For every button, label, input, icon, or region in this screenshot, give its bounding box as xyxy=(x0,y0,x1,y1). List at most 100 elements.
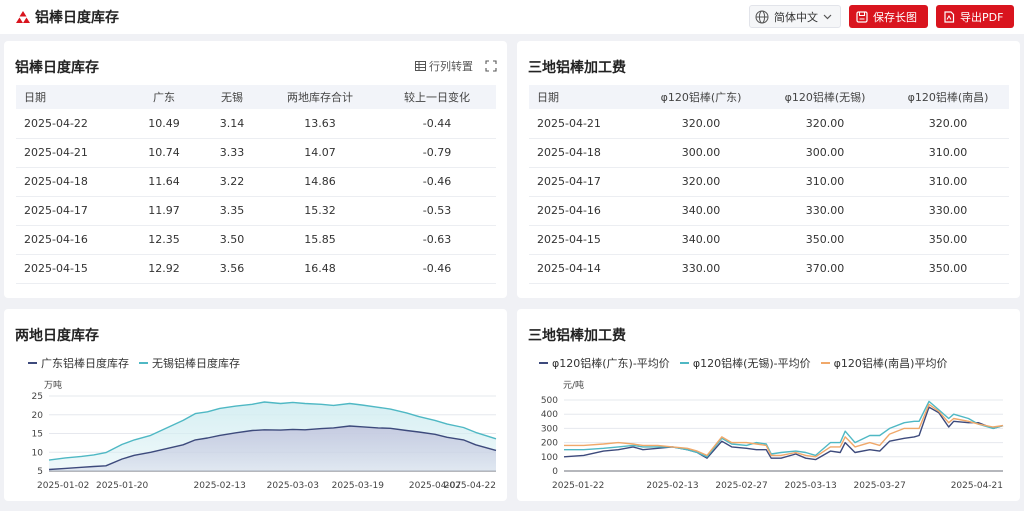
table-cell: 310.00 xyxy=(887,138,1009,168)
table-row: 2025-04-17 320.00 310.00 310.00 xyxy=(529,167,1009,197)
table-cell: 3.14 xyxy=(202,109,262,139)
table-cell: 320.00 xyxy=(639,167,763,197)
column-header[interactable]: 日期 xyxy=(16,85,126,109)
date-cell: 2025-04-14 xyxy=(529,254,639,284)
table-header-row: 日期 广东 无锡 两地库存合计 较上一日变化 xyxy=(16,85,496,109)
table-cell: 310.00 xyxy=(887,167,1009,197)
table-cell: 3.56 xyxy=(202,254,262,284)
y-tick-label: 0 xyxy=(552,467,558,477)
inventory-table-card: 铝棒日度库存 行列转置 日期 广东 无锡 两地库存合计 较上一日变化 2025-… xyxy=(4,41,507,298)
table-cell: 300.00 xyxy=(763,138,887,168)
x-tick-label: 2025-02-13 xyxy=(646,481,698,491)
column-header[interactable]: φ120铝棒(南昌) xyxy=(887,85,1009,109)
y-tick-label: 400 xyxy=(541,410,558,420)
save-image-label: 保存长图 xyxy=(873,10,917,24)
top-bar: 铝棒日度库存 简体中文 保存长图 导出PDF xyxy=(0,0,1024,34)
date-cell: 2025-04-18 xyxy=(16,167,126,197)
inventory-table-title: 铝棒日度库存 xyxy=(15,60,99,76)
inventory-area-chart: 5 10 15 20 25 2025-01-02 2025-01-20 2025-02-13 2… xyxy=(32,392,497,491)
fullscreen-icon[interactable] xyxy=(485,60,497,72)
y-tick-label: 300 xyxy=(541,424,558,434)
x-tick-label: 2025-03-13 xyxy=(784,481,836,491)
table-cell: 14.86 xyxy=(262,167,378,197)
table-cell: 14.07 xyxy=(262,138,378,168)
table-cell: 15.85 xyxy=(262,225,378,255)
table-cell: 320.00 xyxy=(887,109,1009,139)
x-tick-label: 2025-04-21 xyxy=(951,481,1003,491)
date-cell: 2025-04-21 xyxy=(529,109,639,139)
date-cell: 2025-04-16 xyxy=(16,225,126,255)
transpose-button[interactable]: 行列转置 xyxy=(415,58,473,74)
table-cell: 13.63 xyxy=(262,109,378,139)
table-cell: 12.35 xyxy=(126,225,202,255)
table-cell: 320.00 xyxy=(639,109,763,139)
pdf-icon xyxy=(944,10,955,23)
table-cell: -0.46 xyxy=(378,254,496,284)
column-header[interactable]: 广东 xyxy=(126,85,202,109)
column-header[interactable]: φ120铝棒(无锡) xyxy=(763,85,887,109)
table-cell: 3.50 xyxy=(202,225,262,255)
table-cell: 11.97 xyxy=(126,196,202,226)
y-tick-label: 200 xyxy=(541,439,558,449)
y-tick-label: 25 xyxy=(32,392,43,402)
column-header[interactable]: 无锡 xyxy=(202,85,262,109)
column-header[interactable]: φ120铝棒(广东) xyxy=(639,85,763,109)
inventory-chart-card: 两地日度库存 广东铝棒日度库存 无锡铝棒日度库存 万吨 5 10 15 20 25 202… xyxy=(4,309,507,501)
fee-table: 日期 φ120铝棒(广东) φ120铝棒(无锡) φ120铝棒(南昌) 2025… xyxy=(529,85,1009,284)
table-row: 2025-04-14 330.00 370.00 350.00 xyxy=(529,254,1009,284)
x-tick-label: 2025-03-03 xyxy=(267,481,319,491)
export-pdf-label: 导出PDF xyxy=(960,10,1004,24)
date-cell: 2025-04-15 xyxy=(16,254,126,284)
table-header-row: 日期 φ120铝棒(广东) φ120铝棒(无锡) φ120铝棒(南昌) xyxy=(529,85,1009,109)
fee-table-card: 三地铝棒加工费 日期 φ120铝棒(广东) φ120铝棒(无锡) φ120铝棒(… xyxy=(517,41,1020,298)
export-pdf-button[interactable]: 导出PDF xyxy=(936,5,1014,28)
brand: 铝棒日度库存 xyxy=(16,7,119,27)
table-row: 2025-04-21 10.74 3.33 14.07 -0.79 xyxy=(16,138,496,168)
y-tick-label: 20 xyxy=(32,411,44,421)
language-select[interactable]: 简体中文 xyxy=(749,5,841,28)
date-cell: 2025-04-22 xyxy=(16,109,126,139)
table-row: 2025-04-16 340.00 330.00 330.00 xyxy=(529,196,1009,226)
table-cell: -0.79 xyxy=(378,138,496,168)
table-cell: 10.74 xyxy=(126,138,202,168)
table-row: 2025-04-22 10.49 3.14 13.63 -0.44 xyxy=(16,109,496,139)
x-tick-label: 2025-01-20 xyxy=(96,481,149,491)
table-cell: -0.46 xyxy=(378,167,496,197)
table-cell: 350.00 xyxy=(887,254,1009,284)
table-cell: 350.00 xyxy=(763,225,887,255)
save-image-button[interactable]: 保存长图 xyxy=(849,5,928,28)
y-tick-label: 15 xyxy=(32,430,43,440)
table-row: 2025-04-15 340.00 350.00 350.00 xyxy=(529,225,1009,255)
table-row: 2025-04-15 12.92 3.56 16.48 -0.46 xyxy=(16,254,496,284)
fee-line-chart: 0 100 200 300 400 500 2025-01-22 2025-02-13 2025… xyxy=(541,396,1004,491)
fee-table-title: 三地铝棒加工费 xyxy=(528,60,626,76)
column-header[interactable]: 两地库存合计 xyxy=(262,85,378,109)
column-header[interactable]: 较上一日变化 xyxy=(378,85,496,109)
table-row: 2025-04-17 11.97 3.35 15.32 -0.53 xyxy=(16,196,496,226)
table-cell: 16.48 xyxy=(262,254,378,284)
date-cell: 2025-04-21 xyxy=(16,138,126,168)
chevron-down-icon xyxy=(823,14,832,19)
table-cell: 330.00 xyxy=(887,196,1009,226)
save-icon xyxy=(856,10,868,23)
table-row: 2025-04-18 300.00 300.00 310.00 xyxy=(529,138,1009,168)
x-tick-label: 2025-03-27 xyxy=(854,481,906,491)
page-title: 铝棒日度库存 xyxy=(35,10,119,26)
scroll-fade xyxy=(529,284,1009,296)
table-cell: 12.92 xyxy=(126,254,202,284)
table-cell: 370.00 xyxy=(763,254,887,284)
table-cell: 320.00 xyxy=(763,109,887,139)
column-header[interactable]: 日期 xyxy=(529,85,639,109)
x-tick-label: 2025-03-19 xyxy=(332,481,385,491)
x-tick-label: 2025-01-22 xyxy=(552,481,604,491)
x-tick-label: 2025-04-22 xyxy=(444,481,496,491)
y-tick-label: 5 xyxy=(37,467,43,477)
language-label: 简体中文 xyxy=(774,10,818,24)
date-cell: 2025-04-17 xyxy=(529,167,639,197)
x-tick-label: 2025-02-27 xyxy=(715,481,767,491)
table-cell: 310.00 xyxy=(763,167,887,197)
date-cell: 2025-04-17 xyxy=(16,196,126,226)
scroll-fade xyxy=(16,284,496,296)
transpose-label: 行列转置 xyxy=(429,60,473,73)
table-cell: 330.00 xyxy=(763,196,887,226)
